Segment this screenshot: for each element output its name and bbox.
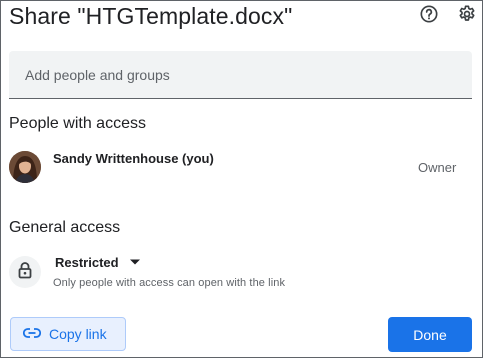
general-access-dropdown[interactable]: Restricted <box>51 252 145 272</box>
access-description: Only people with access can open with th… <box>53 277 286 289</box>
copy-link-button[interactable]: Copy link <box>10 317 126 351</box>
avatar <box>9 151 41 183</box>
lock-icon <box>17 261 33 284</box>
general-access-heading: General access <box>9 219 121 236</box>
gear-icon <box>457 4 477 29</box>
settings-button[interactable] <box>455 4 479 28</box>
access-level-label: Restricted <box>55 254 119 270</box>
caret-down-icon <box>129 253 141 271</box>
add-people-input[interactable] <box>9 51 472 98</box>
dialog-title: Share "HTGTemplate.docx" <box>9 3 293 29</box>
person-name: Sandy Writtenhouse (you) <box>53 151 214 166</box>
done-label: Done <box>413 326 447 343</box>
person-role: Owner <box>418 160 457 175</box>
done-button[interactable]: Done <box>388 317 472 352</box>
help-circle-icon <box>419 4 439 29</box>
people-with-access-heading: People with access <box>9 115 146 132</box>
access-icon-container <box>9 256 41 288</box>
add-people-field[interactable] <box>9 51 472 99</box>
help-button[interactable] <box>417 4 441 28</box>
share-dialog: Share "HTGTemplate.docx" People with acc… <box>0 0 483 358</box>
copy-link-label: Copy link <box>49 326 107 342</box>
link-icon <box>22 325 42 343</box>
